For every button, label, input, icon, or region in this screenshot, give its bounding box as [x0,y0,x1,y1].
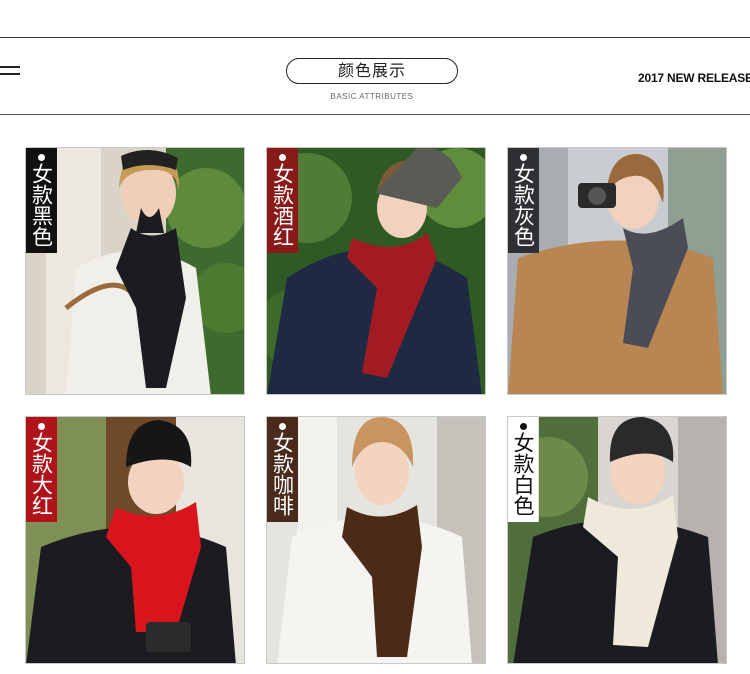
color-tag: 女款灰色 [508,148,539,253]
header-bottom-rule [0,114,750,115]
tag-dot [279,423,286,430]
color-label: 女款白色 [511,432,535,516]
product-card-white[interactable]: 女款白色 [507,416,727,664]
color-label: 女款酒红 [270,163,295,247]
product-photo [26,148,244,394]
product-photo [26,417,244,663]
header-top-rule [0,37,750,38]
color-label: 女款灰色 [511,163,536,247]
section-title: 颜色展示 [286,58,458,84]
product-card-black[interactable]: 女款黑色 [25,147,245,395]
tag-dot [38,154,45,161]
product-photo [267,417,485,663]
color-tag: 女款白色 [508,417,539,522]
color-tag: 女款黑色 [26,148,57,253]
product-card-coffee[interactable]: 女款咖啡 [266,416,486,664]
product-photo [267,148,485,394]
product-photo [508,417,726,663]
section-subtitle: BASIC ATTRIBUTES [330,92,414,101]
color-label: 女款大红 [29,432,54,516]
color-label: 女款黑色 [29,163,54,247]
color-label: 女款咖啡 [270,432,295,516]
tag-dot [519,423,527,430]
product-card-gray[interactable]: 女款灰色 [507,147,727,395]
product-card-big-red[interactable]: 女款大红 [25,416,245,664]
tag-dot [38,423,45,430]
color-tag: 女款酒红 [267,148,298,253]
menu-icon[interactable] [0,66,20,78]
color-tag: 女款大红 [26,417,57,522]
product-photo [508,148,726,394]
color-tag: 女款咖啡 [267,417,298,522]
tag-dot [279,154,286,161]
release-label: 2017 NEW RELEASE [638,71,750,85]
tag-dot [520,154,527,161]
product-card-wine-red[interactable]: 女款酒红 [266,147,486,395]
